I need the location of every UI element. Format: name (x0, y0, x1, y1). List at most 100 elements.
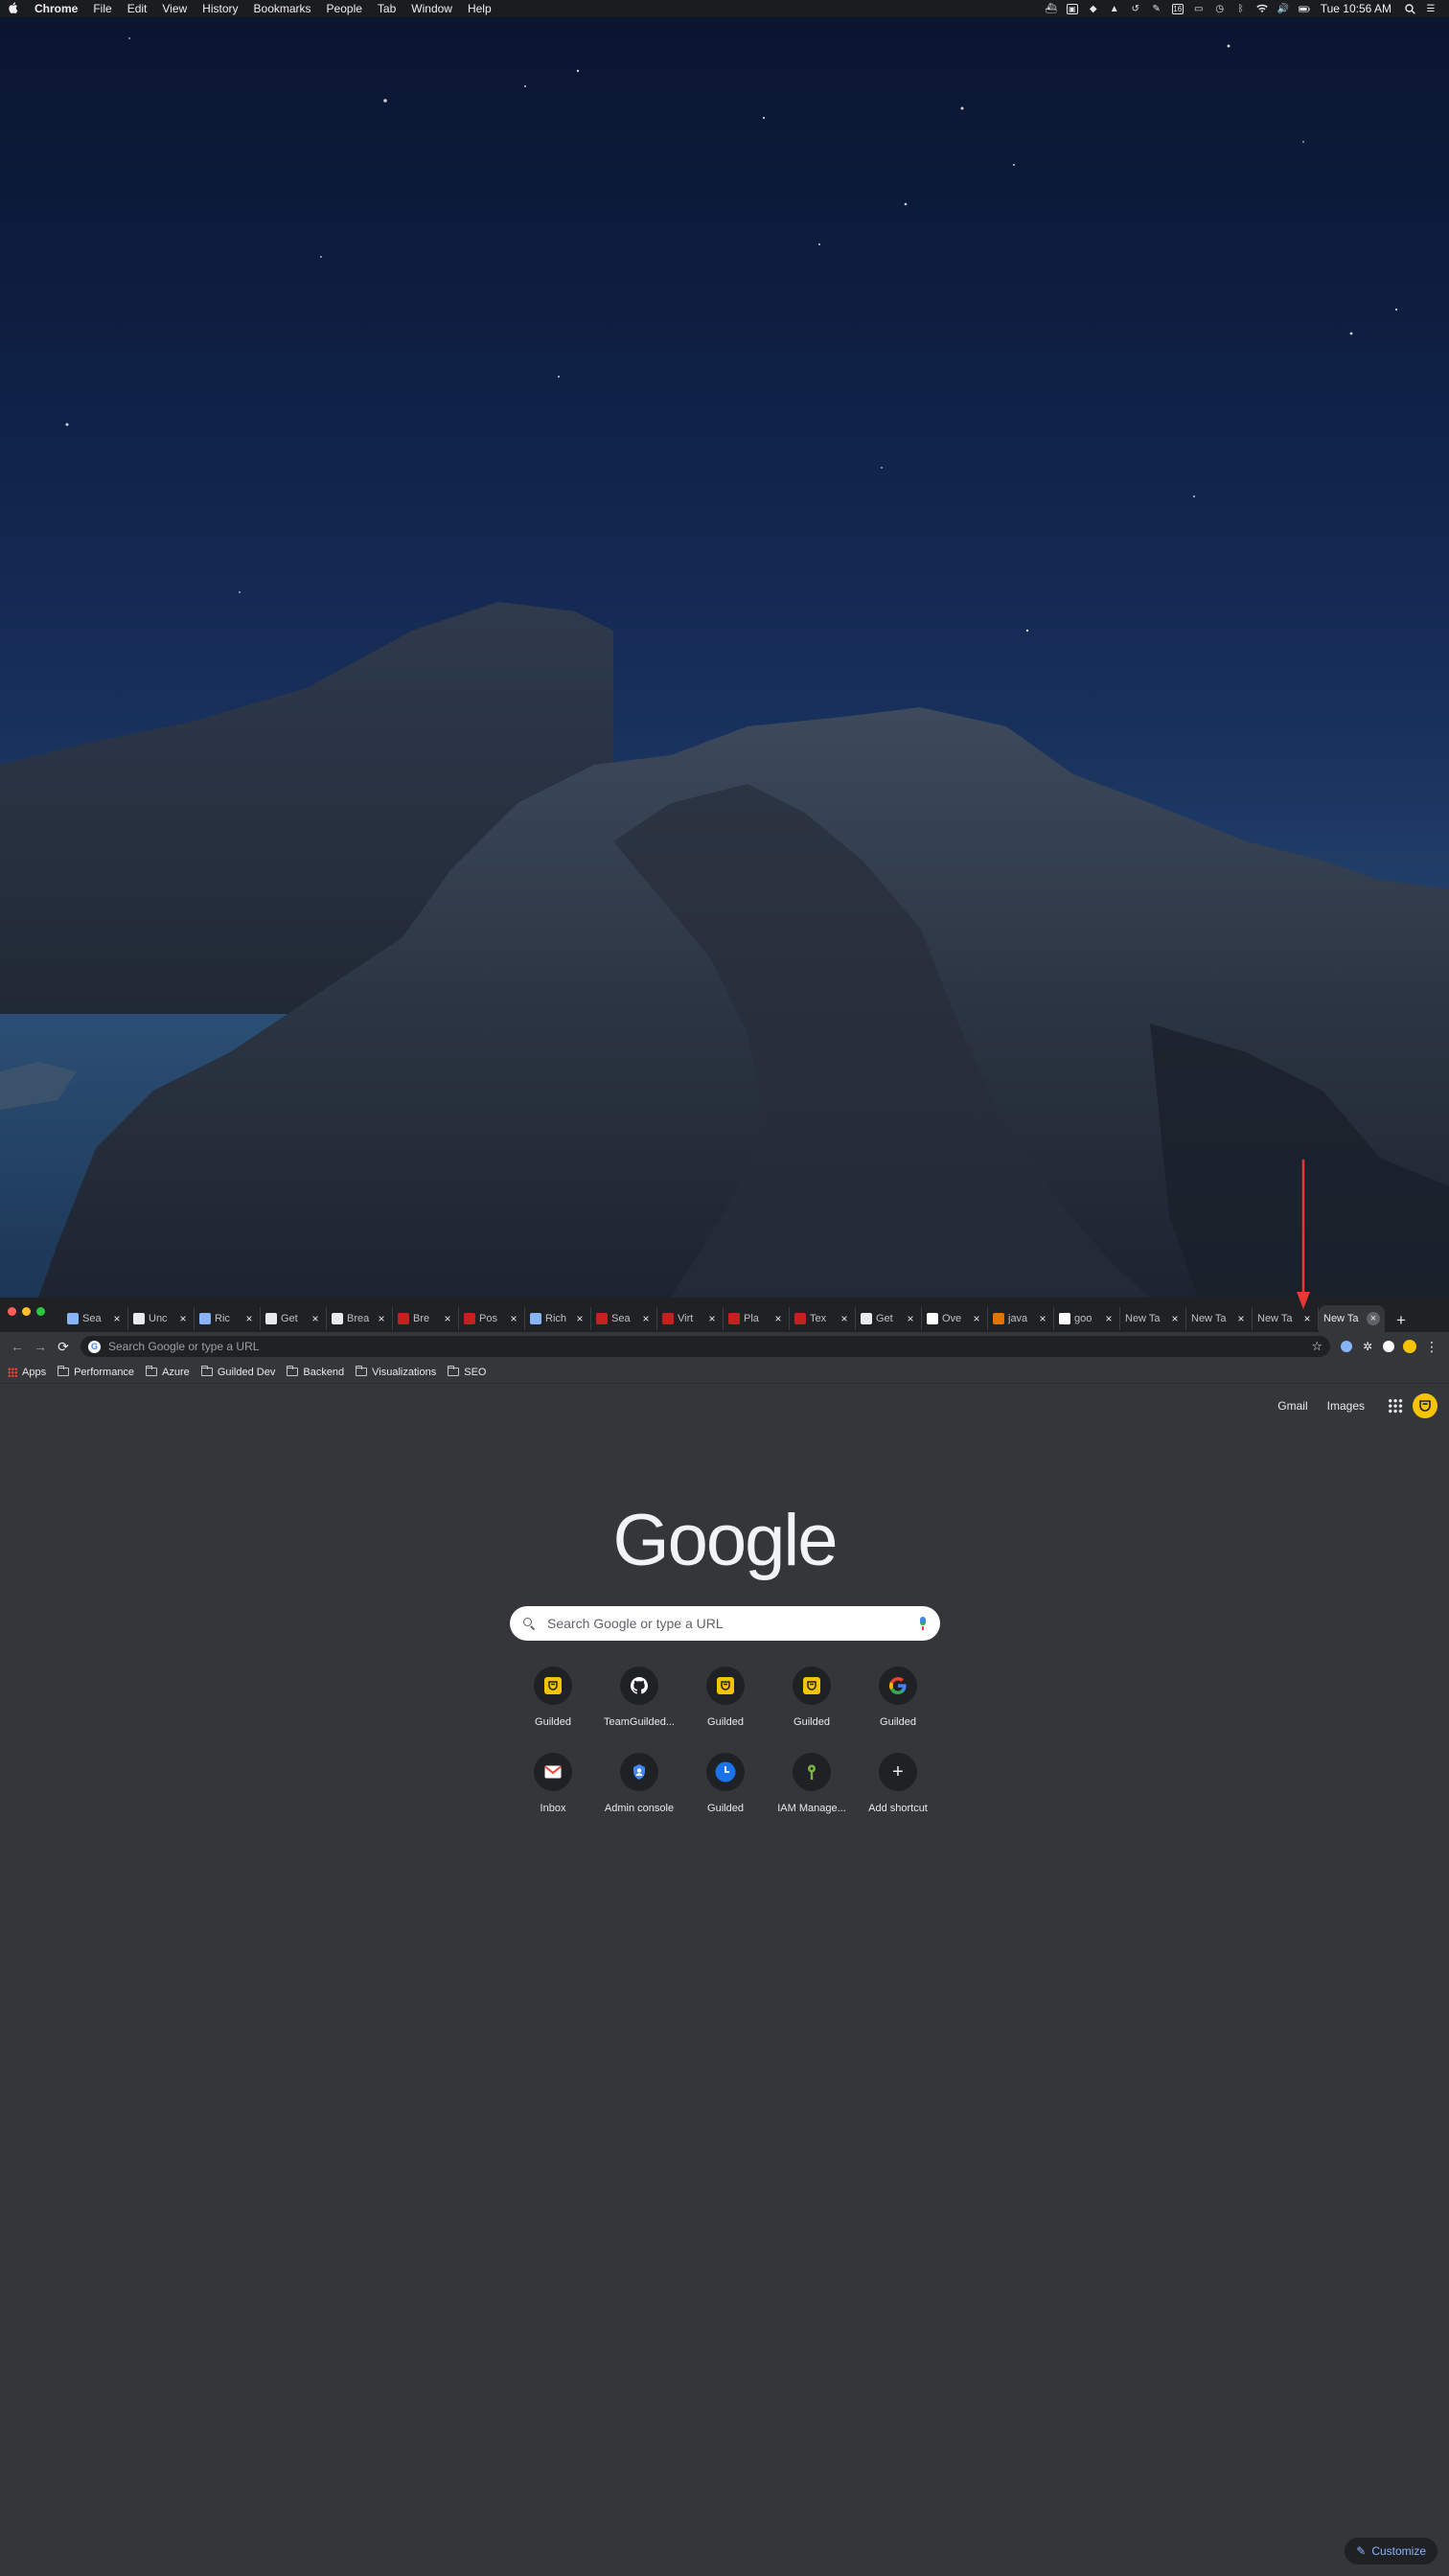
tab-close-icon[interactable]: × (706, 1312, 718, 1325)
back-button[interactable]: ← (6, 1339, 29, 1354)
omnibox[interactable]: G ☆ (80, 1336, 1330, 1357)
tab[interactable]: Get × (856, 1307, 922, 1330)
account-avatar[interactable] (1413, 1393, 1438, 1418)
bookmark-guilded-dev[interactable]: Guilded Dev (200, 1366, 275, 1378)
battery-icon[interactable] (1298, 4, 1310, 14)
tab[interactable]: Bre × (393, 1307, 459, 1330)
reload-button[interactable]: ⟳ (52, 1339, 75, 1355)
tab[interactable]: Ove × (922, 1307, 988, 1330)
shortcut-tile[interactable]: Guilded (855, 1667, 941, 1728)
bluetooth-icon[interactable]: ᛒ (1235, 4, 1247, 14)
tab-close-icon[interactable]: × (772, 1312, 784, 1325)
notification-center-icon[interactable]: ☰ (1425, 4, 1437, 14)
bookmark-visualizations[interactable]: Visualizations (356, 1366, 436, 1378)
tab-close-icon[interactable]: × (1301, 1312, 1313, 1325)
chrome-menu-icon[interactable]: ⋮ (1420, 1339, 1443, 1355)
battery-small-icon[interactable]: ▭ (1193, 4, 1205, 14)
google-apps-icon[interactable] (1388, 1398, 1403, 1414)
menu-chrome[interactable]: Chrome (27, 2, 85, 15)
tab-close-icon[interactable]: × (905, 1312, 916, 1325)
sync-icon[interactable]: ↺ (1130, 4, 1141, 14)
extension-gear-icon[interactable]: ✲ (1357, 1340, 1378, 1353)
gmail-link[interactable]: Gmail (1277, 1399, 1307, 1413)
images-link[interactable]: Images (1327, 1399, 1365, 1413)
tab-close-icon[interactable]: × (1169, 1312, 1181, 1325)
minimize-window-button[interactable] (22, 1306, 31, 1316)
customize-button[interactable]: ✎ Customize (1345, 2538, 1438, 2564)
bookmark-backend[interactable]: Backend (287, 1366, 344, 1378)
tab-close-icon[interactable]: × (310, 1312, 321, 1325)
tab[interactable]: Virt × (657, 1307, 724, 1330)
tab-close-icon[interactable]: × (243, 1312, 255, 1325)
omnibox-input[interactable] (108, 1340, 1312, 1353)
shortcut-tile[interactable]: Guilded (510, 1667, 596, 1728)
tab[interactable]: Rich × (525, 1307, 591, 1330)
tab[interactable]: Sea × (62, 1307, 128, 1330)
spotlight-search-icon[interactable] (1404, 3, 1415, 14)
menu-tab[interactable]: Tab (370, 2, 403, 15)
tab-close-icon[interactable]: × (971, 1312, 982, 1325)
tab-close-icon[interactable]: × (376, 1312, 387, 1325)
tab-close-icon[interactable]: × (111, 1312, 123, 1325)
tab[interactable]: Pos × (459, 1307, 525, 1330)
tab[interactable]: Brea × (327, 1307, 393, 1330)
menu-bar-clock[interactable]: Tue 10:56 AM (1321, 2, 1392, 15)
menu-history[interactable]: History (195, 2, 245, 15)
tab-close-icon[interactable]: × (839, 1312, 850, 1325)
tab[interactable]: Pla × (724, 1307, 790, 1330)
tools-icon[interactable]: ✎ (1151, 4, 1162, 14)
screenshot-icon[interactable]: ▣ (1066, 3, 1078, 14)
tab-close-icon[interactable]: × (1367, 1312, 1380, 1325)
ntp-search-box[interactable] (510, 1606, 940, 1641)
tab[interactable]: Tex × (790, 1307, 856, 1330)
shortcut-tile[interactable]: Guilded (682, 1667, 769, 1728)
tab-close-icon[interactable]: × (177, 1312, 189, 1325)
fullscreen-window-button[interactable] (36, 1306, 45, 1316)
shortcut-tile[interactable]: TeamGuilded... (596, 1667, 682, 1728)
tab-close-icon[interactable]: × (574, 1312, 586, 1325)
tab[interactable]: Unc × (128, 1307, 195, 1330)
tab-close-icon[interactable]: × (508, 1312, 519, 1325)
apple-menu-icon[interactable] (0, 1, 27, 16)
shortcut-tile[interactable]: Guilded (769, 1667, 855, 1728)
extension-translate-icon[interactable] (1336, 1341, 1357, 1352)
docker-icon[interactable]: ⛴ (1045, 4, 1057, 14)
timer-icon[interactable]: ◷ (1214, 4, 1226, 14)
wifi-icon[interactable] (1255, 4, 1268, 14)
ntp-search-input[interactable] (547, 1616, 919, 1631)
tab[interactable]: java × (988, 1307, 1054, 1330)
menu-bookmarks[interactable]: Bookmarks (246, 2, 319, 15)
tab-close-icon[interactable]: × (1235, 1312, 1247, 1325)
shortcut-tile[interactable]: Guilded (682, 1753, 769, 1814)
bookmark-seo[interactable]: SEO (448, 1366, 486, 1378)
bookmark-apps[interactable]: Apps (8, 1367, 46, 1378)
bookmark-star-icon[interactable]: ☆ (1311, 1339, 1322, 1354)
dropbox-icon[interactable]: ◆ (1088, 4, 1099, 14)
tab[interactable]: Get × (261, 1307, 327, 1330)
shortcut-tile[interactable]: IAM Manage... (769, 1753, 855, 1814)
tab-close-icon[interactable]: × (1103, 1312, 1115, 1325)
drive-icon[interactable]: ▲ (1109, 4, 1120, 14)
calendar-badge-icon[interactable]: 16 (1171, 3, 1184, 14)
tab-close-icon[interactable]: × (442, 1312, 453, 1325)
menu-help[interactable]: Help (460, 2, 499, 15)
menu-window[interactable]: Window (403, 2, 460, 15)
bookmark-performance[interactable]: Performance (58, 1366, 134, 1378)
profile-avatar-icon[interactable] (1399, 1340, 1420, 1353)
tab[interactable]: New Ta × (1120, 1307, 1186, 1330)
bookmark-azure[interactable]: Azure (146, 1366, 190, 1378)
tab[interactable]: New Ta × (1186, 1307, 1253, 1330)
menu-file[interactable]: File (85, 2, 119, 15)
tab-close-icon[interactable]: × (640, 1312, 652, 1325)
menu-view[interactable]: View (154, 2, 195, 15)
tab[interactable]: goo × (1054, 1307, 1120, 1330)
forward-button[interactable]: → (29, 1339, 52, 1354)
tab-close-icon[interactable]: × (1037, 1312, 1048, 1325)
shortcut-tile[interactable]: Inbox (510, 1753, 596, 1814)
new-tab-button[interactable]: + (1389, 1309, 1414, 1332)
close-window-button[interactable] (8, 1306, 16, 1316)
shortcut-tile[interactable]: Admin console (596, 1753, 682, 1814)
extension-circle-icon[interactable] (1378, 1341, 1399, 1352)
tab[interactable]: Sea × (591, 1307, 657, 1330)
tab[interactable]: Ric × (195, 1307, 261, 1330)
